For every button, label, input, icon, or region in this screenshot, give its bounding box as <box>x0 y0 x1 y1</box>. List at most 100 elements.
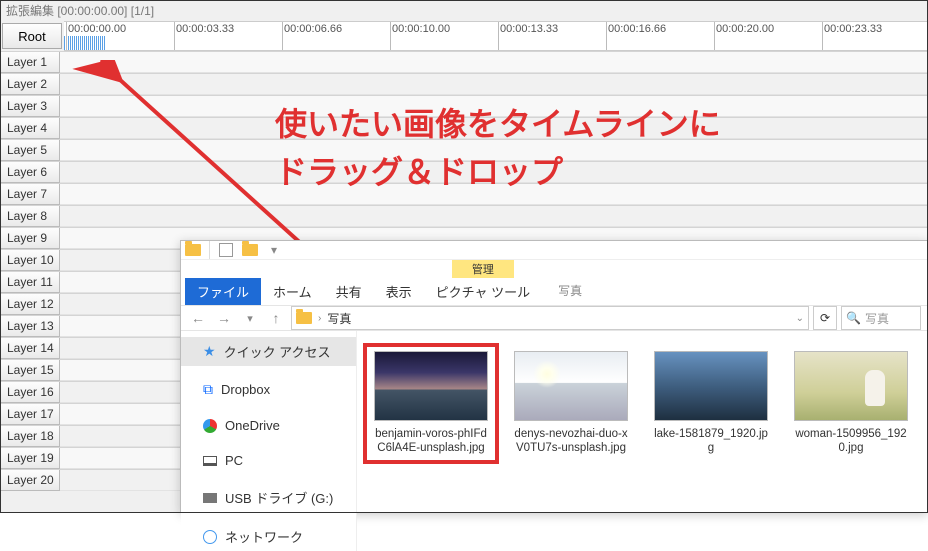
contextual-tab-group: 管理 ピクチャ ツール <box>424 260 542 305</box>
layer-label[interactable]: Layer 18 <box>0 426 60 447</box>
layer-label[interactable]: Layer 6 <box>0 162 60 183</box>
layer-track[interactable] <box>60 74 928 95</box>
nav-quick-access[interactable]: ★ クイック アクセス <box>181 337 356 366</box>
nav-usb[interactable]: USB ドライブ (G:) <box>181 483 356 512</box>
file-item[interactable]: denys-nevozhai-duo-xV0TU7s-unsplash.jpg <box>511 351 631 456</box>
chevron-right-icon: › <box>318 313 321 324</box>
file-thumbnail <box>654 351 768 421</box>
layer-label[interactable]: Layer 5 <box>0 140 60 161</box>
layer-label[interactable]: Layer 17 <box>0 404 60 425</box>
explorer-qat: ▾ <box>181 241 927 260</box>
nav-onedrive[interactable]: OneDrive <box>181 413 356 438</box>
ribbon-tabs: ファイル ホーム 共有 表示 <box>181 275 424 305</box>
layer-label[interactable]: Layer 3 <box>0 96 60 117</box>
layer-track[interactable] <box>60 118 928 139</box>
file-thumbnail <box>514 351 628 421</box>
layer-label[interactable]: Layer 14 <box>0 338 60 359</box>
file-item[interactable]: woman-1509956_1920.jpg <box>791 351 911 456</box>
ruler-timecode: 00:00:13.33 <box>500 23 558 35</box>
layer-track[interactable] <box>60 162 928 183</box>
address-box[interactable]: › 写真 ⌄ <box>291 306 809 330</box>
open-folder-icon[interactable] <box>241 241 259 259</box>
layer-label[interactable]: Layer 19 <box>0 448 60 469</box>
ruler-tick <box>174 22 175 50</box>
tab-share[interactable]: 共有 <box>324 278 374 305</box>
folder-icon <box>296 312 312 324</box>
search-icon: 🔍 <box>846 311 861 325</box>
usb-icon <box>203 493 217 503</box>
search-placeholder: 写真 <box>865 310 889 327</box>
explorer-window: ▾ ファイル ホーム 共有 表示 管理 ピクチャ ツール 写真 ← → ▾ ↑ … <box>180 240 928 513</box>
file-grid[interactable]: benjamin-voros-phIFdC6lA4E-unsplash.jpg … <box>357 331 927 551</box>
file-name: lake-1581879_1920.jpg <box>651 427 771 456</box>
ruler-tick <box>498 22 499 50</box>
refresh-button[interactable]: ⟳ <box>813 306 837 330</box>
ruler-timecode: 00:00:16.66 <box>608 23 666 35</box>
layer-row[interactable]: Layer 5 <box>0 139 928 161</box>
layer-track[interactable] <box>60 96 928 117</box>
ruler-timecode: 00:00:03.33 <box>176 23 234 35</box>
tab-home[interactable]: ホーム <box>261 278 324 305</box>
ruler-timecode: 00:00:00.00 <box>68 23 126 35</box>
layer-row[interactable]: Layer 2 <box>0 73 928 95</box>
ruler-timecode: 00:00:06.66 <box>284 23 342 35</box>
file-name: benjamin-voros-phIFdC6lA4E-unsplash.jpg <box>371 427 491 456</box>
ruler-tick <box>66 22 67 50</box>
layer-label[interactable]: Layer 2 <box>0 74 60 95</box>
layer-label[interactable]: Layer 13 <box>0 316 60 337</box>
layer-track[interactable] <box>60 184 928 205</box>
navigation-pane: ★ クイック アクセス ⧉ Dropbox OneDrive PC USB ドラ… <box>181 331 357 551</box>
tab-file[interactable]: ファイル <box>185 278 261 305</box>
layer-label[interactable]: Layer 4 <box>0 118 60 139</box>
root-button[interactable]: Root <box>2 23 62 49</box>
star-icon: ★ <box>203 343 216 360</box>
file-item[interactable]: lake-1581879_1920.jpg <box>651 351 771 456</box>
nav-network[interactable]: ネットワーク <box>181 522 356 551</box>
layer-row[interactable]: Layer 6 <box>0 161 928 183</box>
ruler-tick <box>606 22 607 50</box>
timeline-ruler[interactable]: 00:00:00.00 00:00:03.33 00:00:06.66 00:00:1… <box>64 21 928 51</box>
file-name: denys-nevozhai-duo-xV0TU7s-unsplash.jpg <box>511 427 631 456</box>
contextual-manage-label: 管理 <box>452 260 514 278</box>
qat-dropdown-icon[interactable]: ▾ <box>265 241 283 259</box>
ruler-tick <box>390 22 391 50</box>
nav-back-button[interactable]: ← <box>187 307 209 329</box>
layer-label[interactable]: Layer 9 <box>0 228 60 249</box>
onedrive-icon <box>203 419 217 433</box>
ruler-tick <box>282 22 283 50</box>
layer-row[interactable]: Layer 8 <box>0 205 928 227</box>
nav-recent-dropdown[interactable]: ▾ <box>239 307 261 329</box>
address-folder: 写真 <box>327 310 351 327</box>
ruler-tick <box>714 22 715 50</box>
nav-dropbox[interactable]: ⧉ Dropbox <box>181 376 356 403</box>
ruler-timecode: 00:00:23.33 <box>824 23 882 35</box>
layer-label[interactable]: Layer 8 <box>0 206 60 227</box>
search-input[interactable]: 🔍 写真 <box>841 306 921 330</box>
tab-picture-tools[interactable]: ピクチャ ツール <box>424 278 542 305</box>
tab-view[interactable]: 表示 <box>374 278 424 305</box>
layer-label[interactable]: Layer 15 <box>0 360 60 381</box>
layer-row[interactable]: Layer 3 <box>0 95 928 117</box>
layer-label[interactable]: Layer 20 <box>0 470 60 491</box>
file-item[interactable]: benjamin-voros-phIFdC6lA4E-unsplash.jpg <box>371 351 491 456</box>
layer-row[interactable]: Layer 7 <box>0 183 928 205</box>
layer-label[interactable]: Layer 11 <box>0 272 60 293</box>
layer-track[interactable] <box>60 140 928 161</box>
layer-track[interactable] <box>60 52 928 73</box>
dropbox-icon: ⧉ <box>203 381 213 398</box>
layer-label[interactable]: Layer 10 <box>0 250 60 271</box>
layer-label[interactable]: Layer 12 <box>0 294 60 315</box>
layer-label[interactable]: Layer 7 <box>0 184 60 205</box>
timeline-title: 拡張編集 [00:00:00.00] [1/1] <box>0 0 928 21</box>
layer-row[interactable]: Layer 4 <box>0 117 928 139</box>
file-name: woman-1509956_1920.jpg <box>791 427 911 456</box>
address-dropdown-icon[interactable]: ⌄ <box>796 313 804 324</box>
nav-up-button[interactable]: ↑ <box>265 307 287 329</box>
nav-forward-button[interactable]: → <box>213 307 235 329</box>
properties-icon[interactable] <box>217 241 235 259</box>
layer-row[interactable]: Layer 1 <box>0 51 928 73</box>
layer-track[interactable] <box>60 206 928 227</box>
layer-label[interactable]: Layer 1 <box>0 52 60 73</box>
layer-label[interactable]: Layer 16 <box>0 382 60 403</box>
nav-pc[interactable]: PC <box>181 448 356 473</box>
